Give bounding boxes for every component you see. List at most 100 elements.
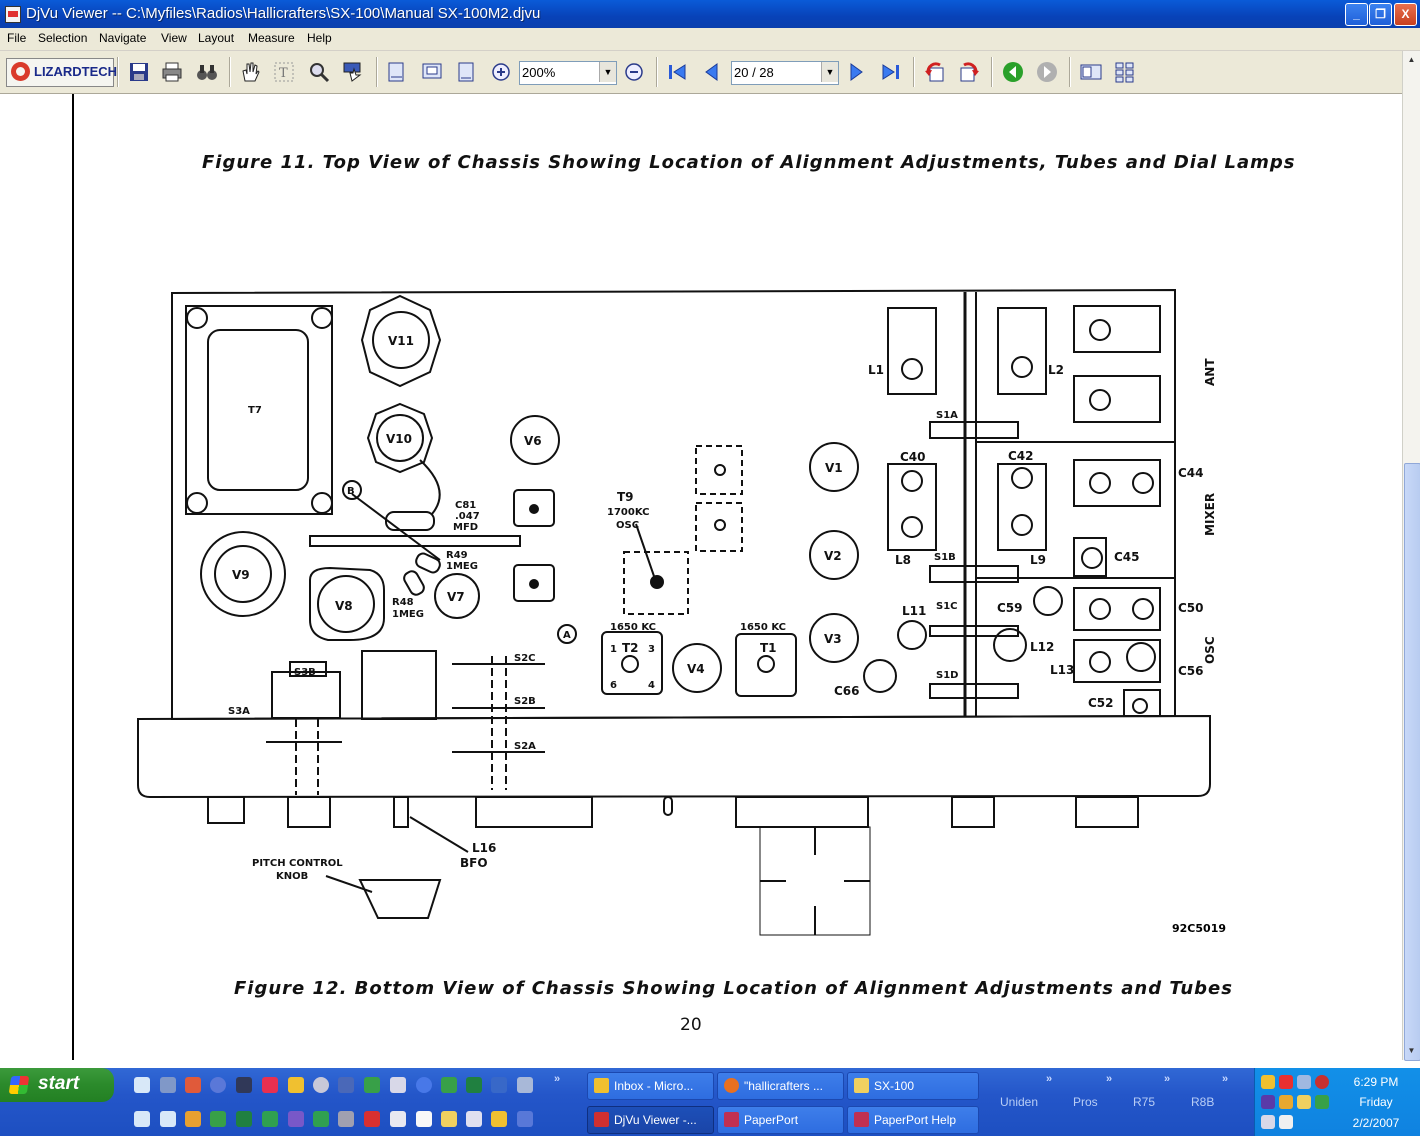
toolbar-pros[interactable]: Pros <box>1073 1095 1098 1109</box>
menu-view[interactable]: View <box>161 31 187 45</box>
hand-pan-icon[interactable] <box>239 61 261 83</box>
last-page-icon[interactable] <box>880 61 902 83</box>
quicklaunch-icon[interactable] <box>236 1111 252 1127</box>
quicklaunch-icon[interactable] <box>262 1077 278 1093</box>
tray-icon[interactable] <box>1261 1115 1275 1129</box>
thumbnails-icon[interactable] <box>1114 61 1136 83</box>
quicklaunch-icon[interactable] <box>236 1077 252 1093</box>
menu-selection[interactable]: Selection <box>38 31 87 45</box>
quicklaunch-icon[interactable] <box>491 1111 507 1127</box>
quicklaunch-icon[interactable] <box>160 1111 176 1127</box>
single-page-view-icon[interactable] <box>1080 61 1102 83</box>
minimize-button[interactable]: _ <box>1345 3 1368 26</box>
fit-page-icon[interactable] <box>386 61 408 83</box>
ebay-icon[interactable] <box>1279 1075 1293 1089</box>
forward-icon[interactable] <box>1036 61 1058 83</box>
menu-file[interactable]: File <box>7 31 26 45</box>
tray-icon[interactable] <box>1279 1115 1293 1129</box>
snapshot-icon[interactable] <box>342 61 364 83</box>
quicklaunch-icon[interactable] <box>517 1077 533 1093</box>
toolbar-expand-icon[interactable]: » <box>1222 1073 1228 1085</box>
toolbar-expand-icon[interactable]: » <box>1106 1073 1112 1085</box>
quicklaunch-icon[interactable] <box>466 1111 482 1127</box>
toolbar-r8b[interactable]: R8B <box>1191 1095 1214 1109</box>
tray-icon[interactable] <box>1261 1095 1275 1109</box>
toolbar-expand-icon[interactable]: » <box>1164 1073 1170 1085</box>
scroll-up-icon[interactable]: ▲ <box>1404 52 1419 68</box>
zoom-in-icon[interactable] <box>490 61 512 83</box>
quicklaunch-icon[interactable] <box>210 1111 226 1127</box>
toolbar-r75[interactable]: R75 <box>1133 1095 1155 1109</box>
tray-icon[interactable] <box>1297 1095 1311 1109</box>
print-icon[interactable] <box>161 61 183 83</box>
rotate-left-icon[interactable] <box>924 61 946 83</box>
chevron-down-icon[interactable]: ▼ <box>599 62 616 82</box>
quicklaunch-icon[interactable] <box>134 1111 150 1127</box>
taskbar-button-paperport[interactable]: PaperPort <box>717 1106 844 1134</box>
quicklaunch-icon[interactable] <box>390 1077 406 1093</box>
taskbar-button-sx100[interactable]: SX-100 <box>847 1072 979 1100</box>
zoom-out-icon[interactable] <box>623 61 645 83</box>
menu-measure[interactable]: Measure <box>248 31 295 45</box>
quicklaunch-icon[interactable] <box>491 1077 507 1093</box>
quicklaunch-icon[interactable] <box>313 1077 329 1093</box>
quicklaunch-icon[interactable] <box>441 1111 457 1127</box>
rotate-right-icon[interactable] <box>958 61 980 83</box>
toolbar-expand-icon[interactable]: » <box>1046 1073 1052 1085</box>
quicklaunch-icon[interactable] <box>517 1111 533 1127</box>
find-binoculars-icon[interactable] <box>196 61 218 83</box>
quicklaunch-icon[interactable] <box>210 1077 226 1093</box>
djvu-app-icon[interactable] <box>5 6 21 23</box>
taskbar-button-inbox[interactable]: Inbox - Micro... <box>587 1072 714 1100</box>
menu-navigate[interactable]: Navigate <box>99 31 146 45</box>
quicklaunch-icon[interactable] <box>466 1077 482 1093</box>
tray-icon[interactable] <box>1315 1095 1329 1109</box>
previous-page-icon[interactable] <box>701 61 723 83</box>
lizardtech-logo[interactable]: LIZARDTECH <box>6 58 117 87</box>
text-select-icon[interactable]: T <box>273 61 295 83</box>
quicklaunch-icon[interactable] <box>416 1111 432 1127</box>
tray-icon[interactable] <box>1279 1095 1293 1109</box>
quicklaunch-icon[interactable] <box>390 1111 406 1127</box>
quicklaunch-icon[interactable] <box>185 1077 201 1093</box>
scroll-down-icon[interactable]: ▼ <box>1404 1043 1419 1059</box>
quicklaunch-icon[interactable] <box>364 1111 380 1127</box>
quicklaunch-icon[interactable] <box>185 1111 201 1127</box>
actual-size-icon[interactable] <box>455 61 477 83</box>
maximize-button[interactable]: ❐ <box>1369 3 1392 26</box>
taskbar-button-paperport-help[interactable]: PaperPort Help <box>847 1106 979 1134</box>
quicklaunch-expand-icon[interactable]: » <box>554 1073 560 1085</box>
start-button[interactable]: start <box>0 1068 114 1102</box>
quicklaunch-icon[interactable] <box>160 1077 176 1093</box>
zoom-select-icon[interactable] <box>308 61 330 83</box>
quicklaunch-icon[interactable] <box>338 1111 354 1127</box>
menu-help[interactable]: Help <box>307 31 332 45</box>
scrollbar-thumb[interactable] <box>1404 463 1420 1061</box>
quicklaunch-icon[interactable] <box>313 1111 329 1127</box>
save-icon[interactable] <box>128 61 150 83</box>
next-page-icon[interactable] <box>845 61 867 83</box>
zoom-combo[interactable]: 200% ▼ <box>519 61 617 85</box>
quicklaunch-icon[interactable] <box>364 1077 380 1093</box>
fit-width-icon[interactable] <box>421 61 443 83</box>
taskbar-button-djvu-viewer[interactable]: DjVu Viewer -... <box>587 1106 714 1134</box>
quicklaunch-icon[interactable] <box>416 1077 432 1093</box>
close-button[interactable]: X <box>1394 3 1417 26</box>
tray-icon[interactable] <box>1261 1075 1275 1089</box>
menu-layout[interactable]: Layout <box>198 31 234 45</box>
toolbar-uniden[interactable]: Uniden <box>1000 1095 1038 1109</box>
quicklaunch-icon[interactable] <box>441 1077 457 1093</box>
quicklaunch-icon[interactable] <box>288 1111 304 1127</box>
back-icon[interactable] <box>1002 61 1024 83</box>
first-page-icon[interactable] <box>666 61 688 83</box>
page-combo[interactable]: 20 / 28 ▼ <box>731 61 839 85</box>
tray-icon[interactable] <box>1297 1075 1311 1089</box>
chevron-down-icon[interactable]: ▼ <box>821 62 838 82</box>
vertical-scrollbar[interactable]: ▲ ▼ <box>1402 51 1420 1061</box>
clock-time[interactable]: 6:29 PM <box>1341 1075 1411 1089</box>
quicklaunch-icon[interactable] <box>134 1077 150 1093</box>
quicklaunch-icon[interactable] <box>338 1077 354 1093</box>
tray-icon[interactable] <box>1315 1075 1329 1089</box>
quicklaunch-icon[interactable] <box>288 1077 304 1093</box>
taskbar-button-hallicrafters[interactable]: "hallicrafters ... <box>717 1072 844 1100</box>
